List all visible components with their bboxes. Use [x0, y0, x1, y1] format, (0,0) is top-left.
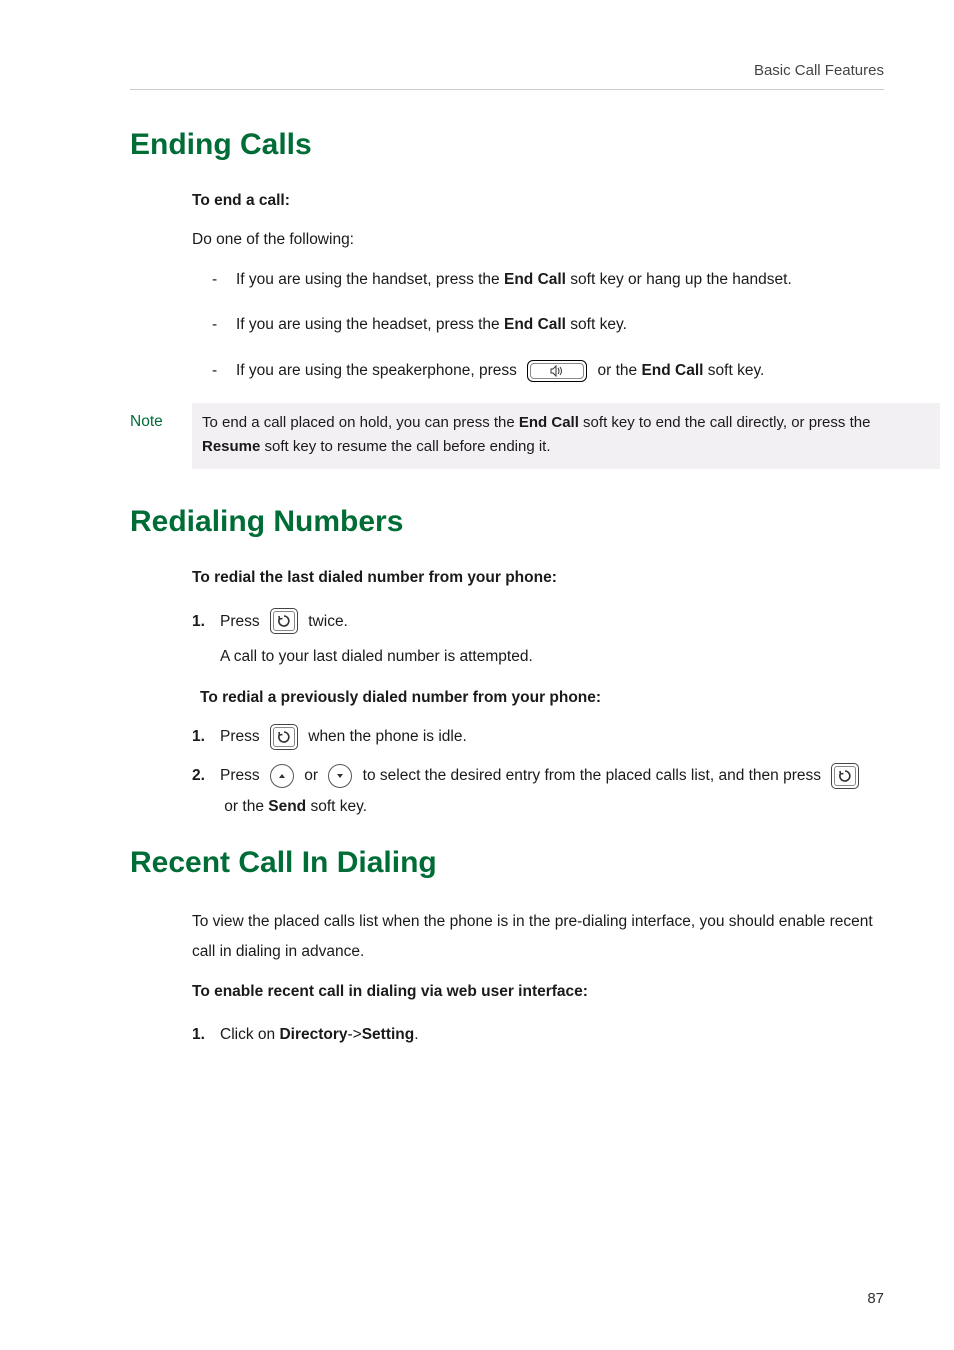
page-number: 87	[867, 1288, 884, 1311]
end-call-label: End Call	[504, 265, 566, 294]
note-label: Note	[130, 403, 192, 433]
end-call-label: End Call	[504, 310, 566, 339]
breadcrumb: Basic Call Features	[754, 62, 884, 79]
redial-glyph-icon	[838, 769, 852, 783]
text: soft key to resume the call before endin…	[260, 438, 550, 455]
redial-key-icon	[831, 763, 859, 789]
text: If you are using the headset, press the	[236, 310, 504, 339]
redial-follow-text: A call to your last dialed number is att…	[220, 645, 878, 668]
directory-label: Directory	[279, 1019, 347, 1050]
option-headset: If you are using the headset, press the …	[212, 310, 878, 339]
section-ending-calls-title: Ending Calls	[130, 122, 884, 167]
redial-glyph-icon	[277, 730, 291, 744]
subhead-enable-recent: To enable recent call in dialing via web…	[192, 980, 878, 1003]
text: soft key or hang up the handset.	[566, 265, 792, 294]
text: If you are using the handset, press the	[236, 265, 504, 294]
subhead-to-end-call: To end a call:	[192, 189, 878, 212]
text: or the	[593, 356, 641, 385]
step-number: 2.	[192, 760, 205, 791]
text: .	[414, 1019, 418, 1050]
step-press-redial-twice: 1. Press twice.	[192, 606, 878, 637]
send-label: Send	[268, 791, 306, 822]
enable-recent-steps: 1. Click on Directory->Setting.	[192, 1019, 878, 1050]
text: Press	[220, 760, 264, 791]
text: twice.	[304, 606, 348, 637]
redial-prev-steps: 1. Press when the phone is idle. 2. Pres…	[192, 721, 878, 822]
text: soft key.	[306, 791, 367, 822]
text: or the	[220, 791, 268, 822]
text: Click on	[220, 1019, 279, 1050]
recent-call-lead: To view the placed calls list when the p…	[192, 907, 878, 966]
nav-up-key-icon	[270, 764, 294, 788]
step-press-redial-idle: 1. Press when the phone is idle.	[192, 721, 878, 752]
end-call-options: If you are using the handset, press the …	[192, 265, 878, 385]
note-block: Note To end a call placed on hold, you c…	[130, 403, 940, 469]
text: soft key.	[703, 356, 764, 385]
redial-key-icon	[270, 724, 298, 750]
step-click-directory: 1. Click on Directory->Setting.	[192, 1019, 878, 1050]
resume-label: Resume	[202, 438, 260, 455]
section-redialing-title: Redialing Numbers	[130, 499, 884, 544]
text: ->	[348, 1019, 362, 1050]
speakerphone-key-icon	[527, 360, 587, 382]
text: soft key to end the call directly, or pr…	[579, 414, 871, 431]
text: when the phone is idle.	[304, 721, 467, 752]
end-call-label: End Call	[641, 356, 703, 385]
text: Press	[220, 606, 264, 637]
text: To end a call placed on hold, you can pr…	[202, 414, 519, 431]
redial-last-steps: 1. Press twice.	[192, 606, 878, 637]
step-select-entry: 2. Press or to select the desired entry …	[192, 760, 878, 822]
section-recent-call-title: Recent Call In Dialing	[130, 840, 884, 885]
setting-label: Setting	[362, 1019, 415, 1050]
text: Press	[220, 721, 264, 752]
nav-down-key-icon	[328, 764, 352, 788]
subhead-redial-prev: To redial a previously dialed number fro…	[200, 686, 878, 709]
step-number: 1.	[192, 721, 205, 752]
step-number: 1.	[192, 1019, 205, 1050]
down-triangle-icon	[334, 770, 346, 782]
text: or	[300, 760, 322, 791]
end-call-label: End Call	[519, 414, 579, 431]
redial-glyph-icon	[277, 614, 291, 628]
redial-key-icon	[270, 608, 298, 634]
text: soft key.	[566, 310, 627, 339]
text: to select the desired entry from the pla…	[358, 760, 825, 791]
text: If you are using the speakerphone, press	[236, 356, 521, 385]
page-header: Basic Call Features	[130, 60, 884, 90]
note-body: To end a call placed on hold, you can pr…	[192, 403, 940, 469]
option-speakerphone: If you are using the speakerphone, press…	[212, 356, 878, 385]
option-handset: If you are using the handset, press the …	[212, 265, 878, 294]
subhead-redial-last: To redial the last dialed number from yo…	[192, 566, 878, 589]
step-number: 1.	[192, 606, 205, 637]
lead-do-one: Do one of the following:	[192, 228, 878, 251]
up-triangle-icon	[276, 770, 288, 782]
